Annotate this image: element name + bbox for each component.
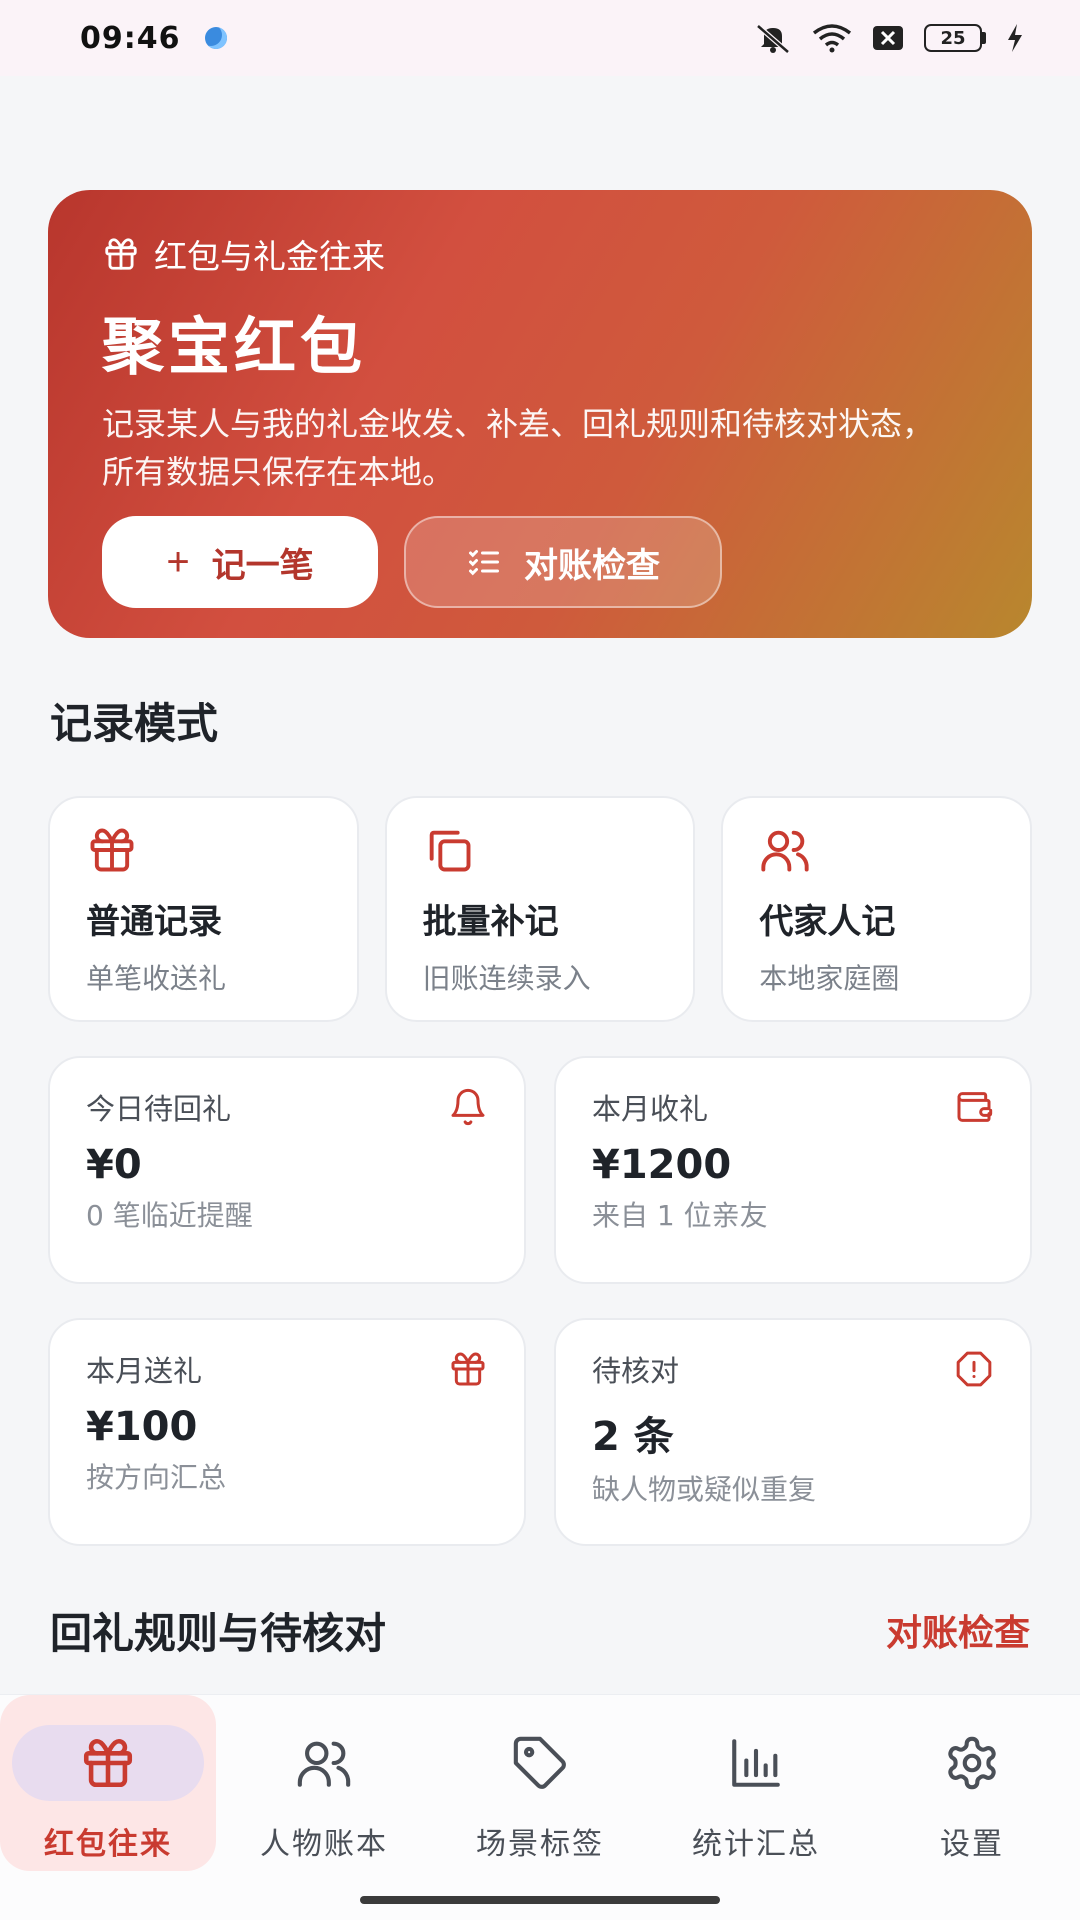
gift-icon (105, 238, 137, 270)
app-notification-icon (204, 27, 227, 49)
nav-label: 人物账本 (260, 1827, 388, 1862)
reconcile-link[interactable]: 对账检查 (886, 1604, 1030, 1656)
plus-icon: + (166, 539, 190, 584)
mode-card-batch[interactable]: 批量补记 旧账连续录入 (384, 796, 696, 1022)
hero-eyebrow: 红包与礼金往来 (102, 230, 978, 278)
mode-list: 普通记录 单笔收送礼 批量补记 旧账连续录入 代家人记 本地家庭圈 (48, 796, 1033, 1022)
gift-icon (90, 828, 134, 872)
wifi-icon (812, 24, 852, 53)
stat-note: 缺人物或疑似重复 (592, 1473, 817, 1506)
mode-title: 批量补记 (422, 902, 559, 942)
users-icon (297, 1741, 351, 1787)
add-record-label: 记一笔 (211, 546, 314, 585)
alert-icon (956, 1351, 992, 1387)
sim-icon (873, 26, 903, 50)
mode-subtitle: 本地家庭圈 (759, 962, 900, 995)
stat-label: 待核对 (592, 1354, 680, 1388)
status-time: 09:46 (80, 20, 181, 56)
hero-eyebrow-text: 红包与礼金往来 (154, 237, 385, 276)
add-record-button[interactable]: + 记一笔 (102, 516, 378, 608)
nav-item-people[interactable]: 人物账本 (216, 1695, 432, 1871)
stat-value: ¥1200 (592, 1142, 732, 1188)
mode-title: 代家人记 (759, 902, 896, 942)
nav-label: 红包往来 (44, 1827, 172, 1862)
hero-card: 红包与礼金往来 聚宝红包 记录某人与我的礼金收发、补差、回礼规则和待核对状态，所… (48, 190, 1032, 638)
reconcile-label: 对账检查 (524, 546, 660, 585)
charging-icon (1008, 24, 1022, 52)
status-bar: 09:46 25 (0, 0, 1080, 76)
mode-subtitle: 单笔收送礼 (86, 962, 227, 995)
stat-value: ¥0 (86, 1142, 142, 1188)
stat-value: 2 条 (592, 1414, 674, 1460)
gift-icon (451, 1352, 485, 1386)
mode-card-family[interactable]: 代家人记 本地家庭圈 (721, 796, 1033, 1022)
copy-icon (429, 830, 471, 872)
users-icon (761, 830, 809, 872)
rules-section-title: 回礼规则与待核对 (50, 1609, 387, 1658)
battery-indicator: 25 (924, 24, 986, 52)
nav-item-tags[interactable]: 场景标签 (432, 1695, 648, 1871)
gear-icon (948, 1736, 996, 1790)
status-icons: 25 (754, 22, 1024, 54)
stat-label: 今日待回礼 (86, 1092, 232, 1126)
tag-icon (513, 1736, 566, 1789)
nav-item-settings[interactable]: 设置 (864, 1695, 1080, 1871)
hero-title: 聚宝红包 (102, 310, 367, 383)
mute-icon (756, 24, 790, 54)
stat-card-month-sent[interactable]: 本月送礼 ¥100 按方向汇总 (48, 1318, 526, 1546)
stat-label: 本月收礼 (592, 1092, 709, 1126)
home-indicator[interactable] (360, 1896, 720, 1904)
modes-section-title: 记录模式 (50, 699, 219, 748)
bottom-nav: 红包往来 人物账本 场景标签 统计汇总 设置 (0, 1694, 1080, 1920)
nav-label: 设置 (940, 1827, 1004, 1862)
hero-description: 记录某人与我的礼金收发、补差、回礼规则和待核对状态，所有数据只保存在本地。 (102, 405, 935, 491)
stat-note: 0 笔临近提醒 (86, 1199, 253, 1232)
stat-label: 本月送礼 (86, 1354, 203, 1388)
nav-item-stats[interactable]: 统计汇总 (648, 1695, 864, 1871)
mode-subtitle: 旧账连续录入 (422, 962, 591, 995)
bar-chart-icon (732, 1739, 780, 1787)
gift-icon (83, 1738, 133, 1788)
stat-value: ¥100 (86, 1404, 198, 1450)
stat-note: 按方向汇总 (86, 1461, 227, 1494)
battery-level: 25 (924, 24, 982, 52)
reconcile-button[interactable]: 对账检查 (404, 516, 722, 608)
stat-card-to-verify[interactable]: 待核对 2 条 缺人物或疑似重复 (554, 1318, 1032, 1546)
nav-label: 场景标签 (476, 1827, 604, 1862)
bell-icon (451, 1088, 485, 1126)
mode-card-normal[interactable]: 普通记录 单笔收送礼 (48, 796, 359, 1022)
wallet-icon (957, 1092, 993, 1122)
nav-item-gifts[interactable]: 红包往来 (0, 1695, 216, 1871)
checklist-icon (469, 550, 499, 576)
nav-label: 统计汇总 (692, 1827, 820, 1862)
mode-title: 普通记录 (86, 902, 222, 942)
stat-note: 来自 1 位亲友 (592, 1199, 768, 1232)
stat-card-pending-return[interactable]: 今日待回礼 ¥0 0 笔临近提醒 (48, 1056, 526, 1284)
stat-card-month-received[interactable]: 本月收礼 ¥1200 来自 1 位亲友 (554, 1056, 1032, 1284)
